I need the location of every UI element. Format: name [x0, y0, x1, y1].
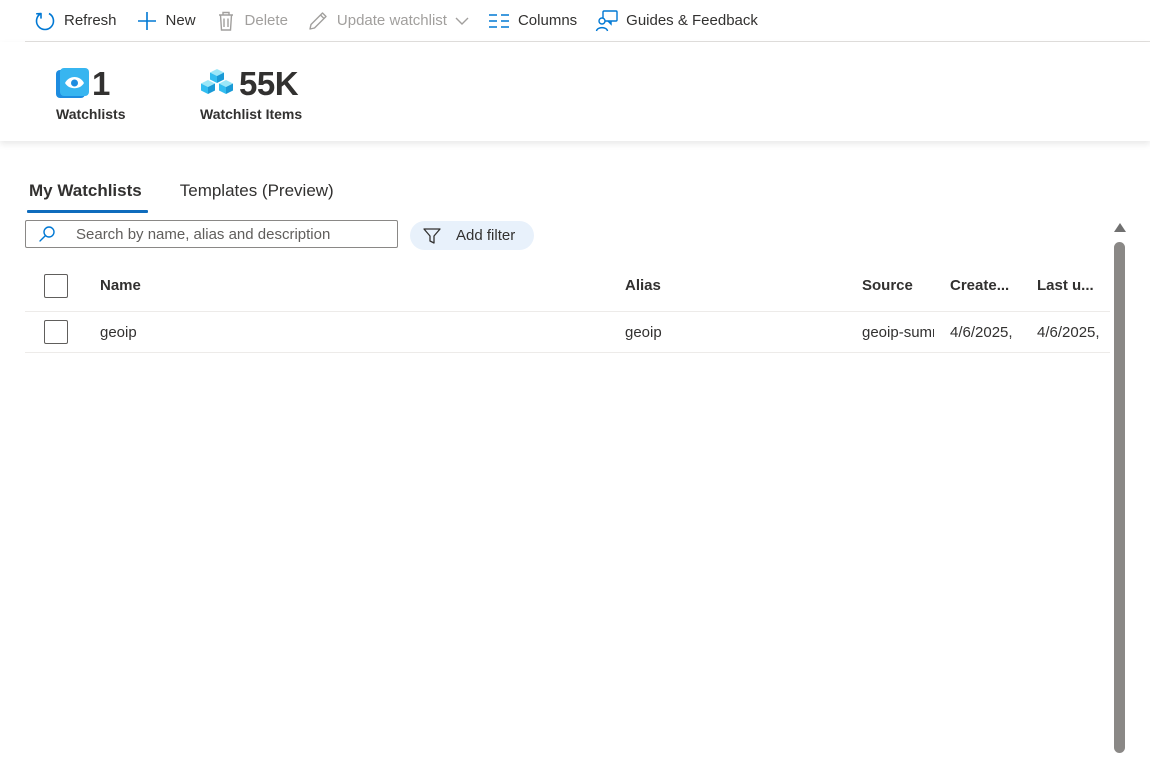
watchlist-tabs: My Watchlists Templates (Preview) [25, 175, 368, 215]
guides-feedback-label: Guides & Feedback [626, 12, 758, 29]
column-header-last-updated[interactable]: Last u... [1037, 260, 1109, 311]
watchlists-label: Watchlists [56, 106, 126, 122]
filter-funnel-icon [422, 227, 442, 245]
cell-created: 4/6/2025, [950, 323, 1013, 341]
columns-label: Columns [517, 12, 578, 29]
row-select-cell [44, 312, 68, 352]
search-input[interactable] [74, 224, 397, 244]
watchlists-grid: Name Alias Source Create... Last u... ge… [25, 260, 1110, 353]
pencil-icon [306, 9, 330, 33]
stat-watchlists: 1 Watchlists [56, 64, 126, 122]
new-button[interactable]: New [135, 2, 214, 40]
cubes-icon [200, 67, 234, 101]
cell-source: geoip-summarized.csv [862, 323, 934, 341]
row-checkbox[interactable] [44, 320, 68, 344]
add-filter-button[interactable]: Add filter [410, 221, 534, 250]
new-label: New [165, 12, 196, 29]
scroll-up-arrow-icon[interactable] [1114, 223, 1126, 232]
update-watchlist-button[interactable]: Update watchlist [306, 2, 487, 40]
watchlist-eye-icon [56, 68, 89, 100]
feedback-person-icon [595, 9, 619, 33]
tab-my-watchlists[interactable]: My Watchlists [25, 175, 148, 213]
table-row[interactable]: geoip geoip geoip-summarized.csv 4/6/202… [25, 312, 1110, 353]
grid-header-row: Name Alias Source Create... Last u... [25, 260, 1110, 312]
stat-watchlist-items: 55K Watchlist Items [200, 64, 302, 122]
columns-button[interactable]: Columns [487, 2, 595, 40]
command-bar: Refresh New Delete Update watchlist Colu… [25, 0, 1150, 42]
refresh-button[interactable]: Refresh [33, 2, 135, 40]
guides-feedback-button[interactable]: Guides & Feedback [595, 2, 776, 40]
add-filter-label: Add filter [456, 227, 516, 244]
summary-stats: 1 Watchlists 55K Watchlist Items [0, 42, 1150, 141]
refresh-label: Refresh [64, 12, 117, 29]
cell-name: geoip [100, 323, 137, 341]
column-header-alias[interactable]: Alias [625, 260, 845, 311]
search-icon [30, 225, 64, 243]
update-watchlist-label: Update watchlist [336, 12, 447, 29]
search-box [25, 220, 398, 248]
chevron-down-icon [455, 16, 469, 26]
delete-label: Delete [244, 12, 288, 29]
select-all-cell [44, 260, 68, 311]
tab-templates-preview[interactable]: Templates (Preview) [176, 175, 338, 211]
columns-icon [487, 9, 511, 33]
vertical-scrollbar-thumb[interactable] [1114, 242, 1125, 753]
column-header-source[interactable]: Source [862, 260, 934, 311]
cell-alias: geoip [625, 323, 662, 341]
plus-icon [135, 9, 159, 33]
watchlist-items-label: Watchlist Items [200, 106, 303, 122]
watchlists-count: 1 [92, 65, 110, 102]
select-all-checkbox[interactable] [44, 273, 68, 298]
column-header-name[interactable]: Name [100, 260, 600, 311]
refresh-icon [33, 9, 57, 33]
column-header-created[interactable]: Create... [950, 260, 1022, 311]
cell-last-updated: 4/6/2025, [1037, 323, 1100, 341]
trash-icon [214, 9, 238, 33]
watchlist-items-count: 55K [239, 65, 299, 102]
delete-button[interactable]: Delete [214, 2, 306, 40]
